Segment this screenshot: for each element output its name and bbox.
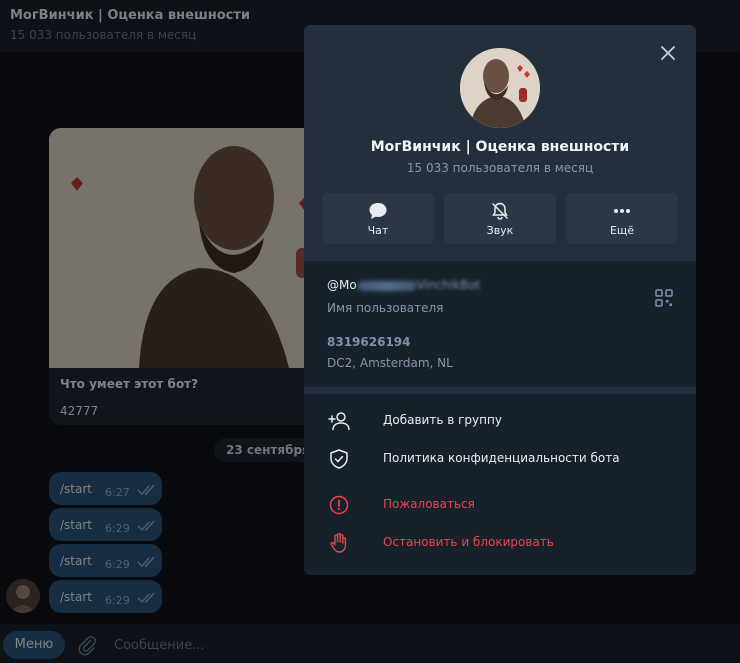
more-button-label: Ещё bbox=[609, 224, 635, 237]
profile-info: @Mo VinchikBot Имя пользователя 831962619… bbox=[304, 261, 696, 387]
add-user-icon bbox=[328, 412, 350, 431]
chat-icon bbox=[369, 203, 387, 219]
profile-actions: Чат Звук Ещё bbox=[322, 193, 678, 244]
mute-button[interactable]: Звук bbox=[444, 193, 556, 244]
bot-id[interactable]: 8319626194 bbox=[327, 335, 411, 349]
report-item[interactable]: Пожаловаться bbox=[304, 486, 696, 524]
profile-header: МогВинчик | Оценка внешности 15 033 поль… bbox=[304, 25, 696, 261]
alert-circle-icon bbox=[329, 495, 349, 515]
stop-and-block-item[interactable]: Остановить и блокировать bbox=[304, 524, 696, 562]
username-redacted bbox=[356, 280, 417, 291]
stop-and-block-label: Остановить и блокировать bbox=[383, 535, 554, 549]
chat-button[interactable]: Чат bbox=[322, 193, 434, 244]
datacenter-info: DC2, Amsterdam, NL bbox=[327, 356, 453, 370]
mute-button-label: Звук bbox=[486, 224, 514, 237]
bell-off-icon bbox=[492, 202, 508, 220]
privacy-policy-item[interactable]: Политика конфиденциальности бота bbox=[304, 440, 696, 478]
more-button[interactable]: Ещё bbox=[566, 193, 678, 244]
add-to-group-label: Добавить в группу bbox=[383, 413, 502, 427]
hand-stop-icon bbox=[330, 533, 347, 553]
more-icon bbox=[614, 209, 630, 213]
bot-profile-modal: МогВинчик | Оценка внешности 15 033 поль… bbox=[304, 25, 696, 575]
username-label: Имя пользователя bbox=[327, 301, 444, 315]
bot-avatar-image bbox=[460, 48, 540, 128]
qr-code-icon[interactable] bbox=[654, 288, 674, 308]
report-label: Пожаловаться bbox=[383, 497, 475, 511]
privacy-policy-label: Политика конфиденциальности бота bbox=[383, 451, 620, 465]
username-suffix: VinchikBot bbox=[416, 278, 481, 292]
username-value[interactable]: @Mo VinchikBot bbox=[327, 278, 480, 292]
add-to-group-item[interactable]: Добавить в группу bbox=[304, 402, 696, 440]
profile-subscribers: 15 033 пользователя в месяц bbox=[406, 161, 594, 175]
bot-avatar[interactable] bbox=[460, 48, 540, 128]
profile-name: МогВинчик | Оценка внешности bbox=[370, 139, 630, 155]
section-divider bbox=[304, 387, 696, 394]
chat-button-label: Чат bbox=[367, 224, 389, 237]
shield-check-icon bbox=[330, 449, 348, 469]
username-prefix: @Mo bbox=[327, 278, 357, 292]
close-icon[interactable] bbox=[656, 41, 680, 65]
